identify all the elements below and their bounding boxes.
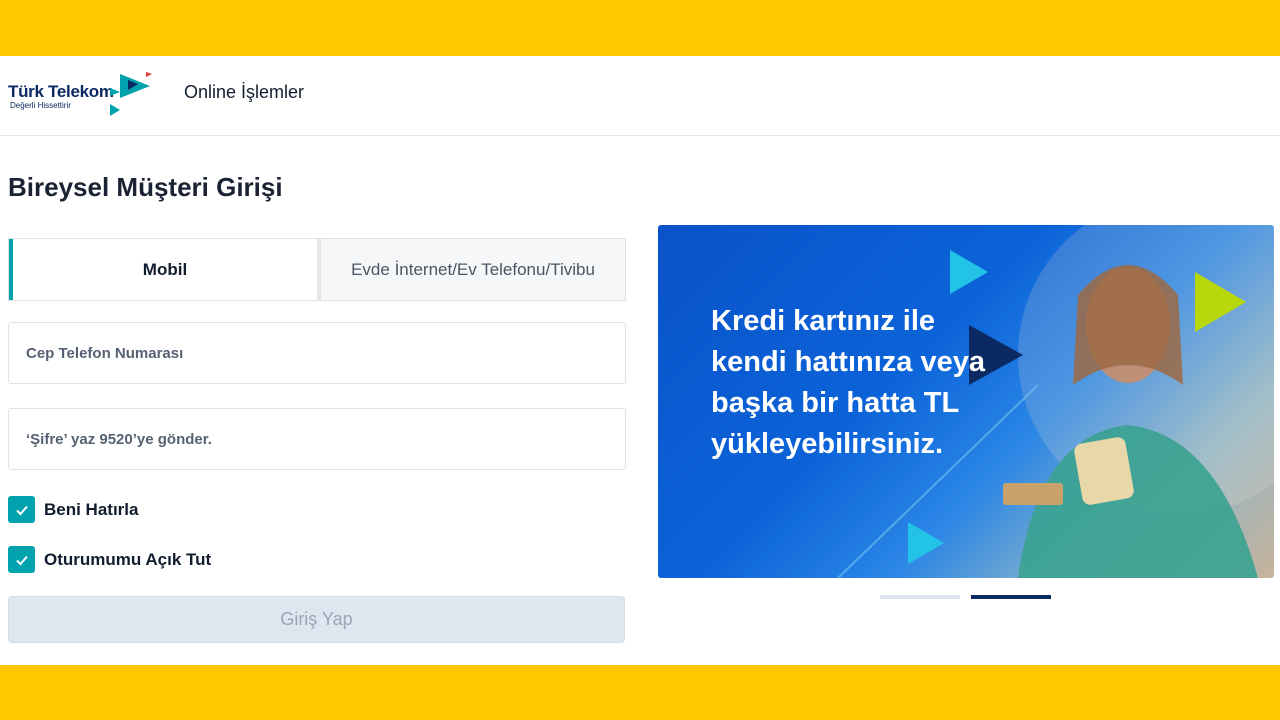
customer-type-tabs: Mobil Evde İnternet/Ev Telefonu/Tivibu: [8, 238, 626, 301]
check-icon: [15, 555, 28, 565]
keep-logged-in-label: Oturumumu Açık Tut: [44, 549, 212, 569]
password-field: [8, 408, 626, 470]
bottom-brand-band: [0, 665, 1280, 720]
logo-arrows-icon: [110, 72, 152, 116]
logo-tagline: Değerli Hissettirir: [10, 101, 71, 110]
top-brand-band: [0, 0, 1280, 56]
remember-me-box[interactable]: [8, 496, 35, 523]
password-input[interactable]: [9, 409, 625, 469]
logo-name: Türk Telekom: [8, 82, 114, 101]
remember-me-label: Beni Hatırla: [44, 499, 139, 519]
phone-field: [8, 322, 626, 384]
login-button[interactable]: Giriş Yap: [8, 596, 625, 643]
banner-headline: Kredi kartınız ile kendi hattınıza veya …: [711, 305, 985, 460]
turk-telekom-logo[interactable]: Türk Telekom Değerli Hissettirir: [8, 70, 158, 120]
remember-me-checkbox[interactable]: Beni Hatırla: [8, 496, 138, 523]
keep-logged-in-box[interactable]: [8, 546, 35, 573]
carousel-dot-1[interactable]: [880, 595, 960, 599]
promo-banner[interactable]: Kredi kartınız ile kendi hattınıza veya …: [658, 225, 1274, 578]
play-triangle-icon: [908, 522, 944, 564]
phone-input[interactable]: [9, 323, 625, 383]
tab-home-internet[interactable]: Evde İnternet/Ev Telefonu/Tivibu: [317, 239, 625, 300]
check-icon: [15, 505, 28, 515]
play-triangle-icon: [950, 250, 988, 294]
carousel-dot-2[interactable]: [971, 595, 1051, 599]
carousel-indicators: [880, 595, 1051, 599]
page-title: Bireysel Müşteri Girişi: [8, 172, 283, 202]
online-islemler-title: Online İşlemler: [184, 82, 305, 102]
site-header: Türk Telekom Değerli Hissettirir Online …: [0, 56, 1280, 136]
keep-logged-in-checkbox[interactable]: Oturumumu Açık Tut: [8, 546, 211, 573]
tab-mobil[interactable]: Mobil: [9, 239, 317, 300]
